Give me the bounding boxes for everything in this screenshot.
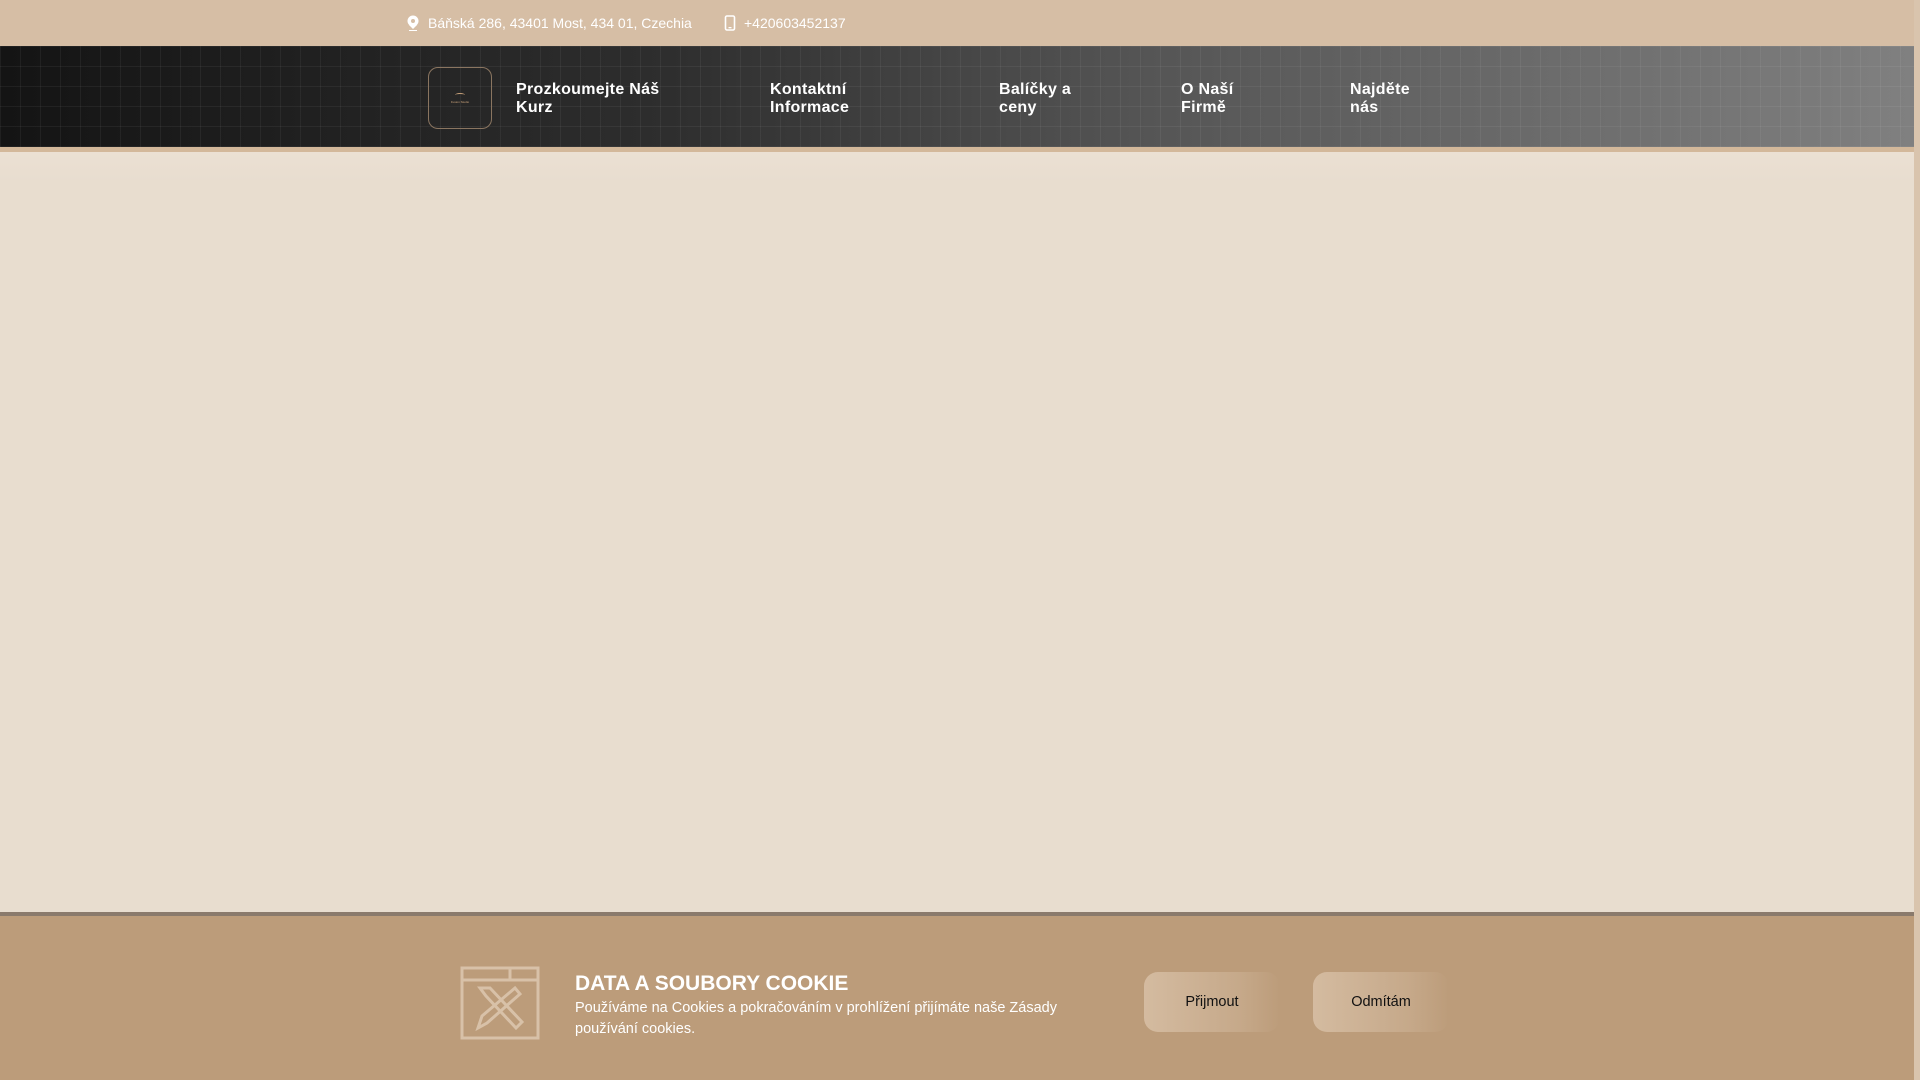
nav-packages-prices[interactable]: Balíčky a ceny	[999, 81, 1071, 117]
main-content	[0, 152, 1914, 912]
phone-text: +420603452137	[744, 15, 846, 31]
design-tools-icon	[460, 966, 540, 1040]
logo[interactable]: Fusion Studio	[428, 67, 492, 129]
logo-text: Fusion Studio	[450, 99, 470, 104]
cookie-text: Používáme na Cookies a pokračováním v pr…	[575, 1000, 1057, 1037]
phone-icon	[724, 15, 736, 31]
cookie-title: DATA A SOUBORY COOKIE	[575, 972, 849, 995]
logo-mark-icon	[455, 92, 465, 97]
phone[interactable]: +420603452137	[724, 15, 846, 31]
nav-find-us[interactable]: Najděte nás	[1350, 81, 1410, 117]
address-text: Báňská 286, 43401 Most, 434 01, Czechia	[428, 15, 692, 31]
decline-button[interactable]: Odmítám	[1313, 972, 1449, 1032]
address: Báňská 286, 43401 Most, 434 01, Czechia	[406, 15, 692, 31]
top-info-bar: Báňská 286, 43401 Most, 434 01, Czechia …	[0, 0, 1914, 46]
nav-contact[interactable]: Kontaktní Informace	[770, 81, 849, 117]
scrollbar[interactable]	[1914, 0, 1920, 1080]
cookie-banner: DATA A SOUBORY COOKIE Používáme na Cooki…	[0, 912, 1914, 1080]
accept-button[interactable]: Přijmout	[1144, 972, 1280, 1032]
location-pin-icon	[407, 15, 419, 31]
nav-explore-course[interactable]: Prozkoumejte Náš Kurz	[516, 81, 660, 117]
nav-about[interactable]: O Naší Firmě	[1181, 81, 1234, 117]
main-nav	[0, 46, 1914, 147]
